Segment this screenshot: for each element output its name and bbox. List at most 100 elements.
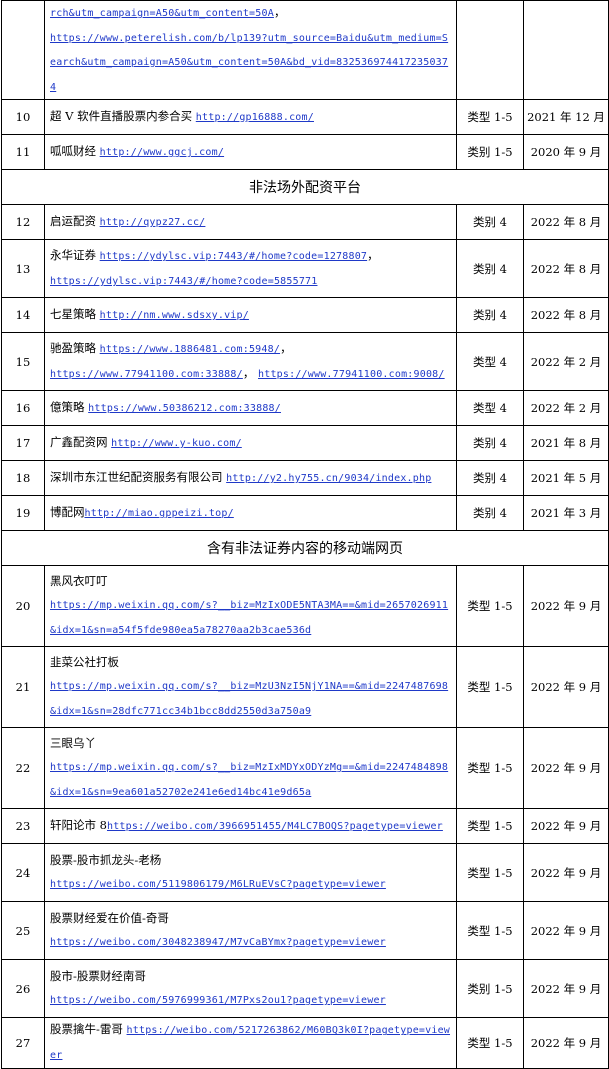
section-title: 含有非法证券内容的移动端网页 (1, 530, 609, 567)
date-cell: 2022 年 2 月 (523, 332, 609, 392)
website-link[interactable]: http://gp16888.com/ (196, 112, 314, 123)
section-header-row: 非法场外配资平台 (1, 169, 609, 206)
website-link[interactable]: rch&utm_campaign=A50&utm_content=50A (50, 8, 274, 19)
date-cell: 2022 年 9 月 (523, 808, 609, 845)
entry-cell: 启运配资 http://qypz27.cc/ (44, 204, 457, 241)
table-row: 23 轩阳论市 8https://weibo.com/3966951455/M4L… (1, 808, 609, 845)
website-link[interactable]: https://weibo.com/5119806179/M6LRuEVsC?p… (50, 879, 386, 890)
table-row: 16 億策略 https://www.50386212.com:33888/类型 … (1, 390, 609, 427)
section-title: 非法场外配资平台 (1, 169, 609, 206)
website-link[interactable]: https://weibo.com/3966951455/M4LC7BOQS?p… (107, 821, 443, 832)
row-number: 14 (1, 297, 45, 334)
date-cell: 2022 年 8 月 (523, 204, 609, 241)
date-cell: 2022 年 8 月 (523, 297, 609, 334)
category-cell: 类别 4 (456, 204, 524, 241)
entry-name-text: ， (273, 5, 286, 19)
section-header-row: 含有非法证券内容的移动端网页 (1, 530, 609, 567)
date-cell (523, 0, 609, 101)
website-link[interactable]: https://ydylsc.vip:7443/#/home?code=1278… (100, 251, 367, 262)
date-cell: 2022 年 9 月 (523, 727, 609, 810)
entry-cell: 轩阳论市 8https://weibo.com/3966951455/M4LC7… (44, 808, 457, 845)
website-link[interactable]: https://www.50386212.com:33888/ (88, 403, 281, 414)
website-link[interactable]: http://www.y-kuo.com/ (111, 438, 242, 449)
date-cell: 2022 年 9 月 (523, 646, 609, 729)
date-cell: 2021 年 3 月 (523, 495, 609, 532)
table-row: 11 呱呱财经 http://www.ggcj.com/类别 1-5 2020 年 … (1, 134, 609, 171)
table-row: 17 广鑫配资网 http://www.y-kuo.com/类别 4 2021 年 … (1, 425, 609, 462)
category-cell: 类型 4 (456, 332, 524, 392)
website-link[interactable]: https://mp.weixin.qq.com/s?__biz=MzIxMDY… (50, 762, 448, 798)
date-cell: 2020 年 9 月 (523, 134, 609, 171)
category-cell (456, 0, 524, 101)
website-link[interactable]: http://nm.www.sdsxy.vip/ (100, 310, 249, 321)
table-row: 12 启运配资 http://qypz27.cc/类别 4 2022 年 8 月 (1, 204, 609, 241)
date-cell: 2022 年 8 月 (523, 239, 609, 299)
date-cell: 2021 年 12 月 (523, 99, 609, 136)
table-row: 26 股市-股票财经南哥 https://weibo.com/5976999361/… (1, 959, 609, 1019)
website-link[interactable]: https://mp.weixin.qq.com/s?__biz=MzIxODE… (50, 600, 448, 636)
website-link[interactable]: http://miao.gppeizi.top/ (85, 508, 234, 519)
website-link[interactable]: http://y2.hy755.cn/9034/index.php (226, 473, 431, 484)
entry-name-text: 呱呱财经 (50, 144, 100, 159)
entry-name-text: 启运配资 (50, 214, 100, 229)
entry-cell: rch&utm_campaign=A50&utm_content=50A， htt… (44, 0, 457, 101)
row-number: 12 (1, 204, 45, 241)
entry-name-text: 股票-股市抓龙头-老杨 (50, 853, 162, 868)
category-cell: 类型 1-5 (456, 646, 524, 729)
date-cell: 2022 年 9 月 (523, 565, 609, 648)
website-link[interactable]: https://www.77941100.com:33888/ (50, 369, 243, 380)
website-link[interactable]: https://www.77941100.com:9008/ (258, 369, 445, 380)
entry-name-text: 轩阳论市 8 (50, 818, 107, 833)
entry-cell: 广鑫配资网 http://www.y-kuo.com/ (44, 425, 457, 462)
website-link[interactable]: https://weibo.com/3048238947/M7vCaBYmx?p… (50, 937, 386, 948)
row-number: 10 (1, 99, 45, 136)
website-link[interactable]: http://qypz27.cc/ (100, 217, 206, 228)
entry-name-text: ， (242, 365, 258, 380)
entry-name-text: 永华证券 (50, 248, 100, 263)
entry-cell: 永华证券 https://ydylsc.vip:7443/#/home?code… (44, 239, 457, 299)
category-cell: 类型 1-5 (456, 843, 524, 903)
website-link[interactable]: https://ydylsc.vip:7443/#/home?code=5855… (50, 276, 317, 287)
category-cell: 类别 1-5 (456, 134, 524, 171)
website-link[interactable]: https://www.1886481.com:5948/ (100, 344, 280, 355)
category-cell: 类别 1-5 (456, 959, 524, 1019)
entry-cell: 深圳市东江世纪配资服务有限公司 http://y2.hy755.cn/9034/… (44, 460, 457, 497)
table-row: 25 股票财经爱在价值-奇哥 https://weibo.com/304823894… (1, 901, 609, 961)
entry-cell: 億策略 https://www.50386212.com:33888/ (44, 390, 457, 427)
category-cell: 类别 4 (456, 425, 524, 462)
table-row: 10 超 V 软件直播股票内参合买 http://gp16888.com/类型 1… (1, 99, 609, 136)
row-number: 20 (1, 565, 45, 648)
records-table-body: rch&utm_campaign=A50&utm_content=50A， htt… (1, 0, 609, 1069)
entry-cell: 股票财经爱在价值-奇哥 https://weibo.com/3048238947/… (44, 901, 457, 961)
entry-name-text: 黑风衣叮叮 (50, 574, 108, 589)
website-link[interactable]: https://weibo.com/5976999361/M7Pxs2ou1?p… (50, 995, 386, 1006)
entry-cell: 黑风衣叮叮 https://mp.weixin.qq.com/s?__biz=Mz… (44, 565, 457, 648)
entry-cell: 驰盈策略 https://www.1886481.com:5948/ ， https… (44, 332, 457, 392)
category-cell: 类别 4 (456, 239, 524, 299)
date-cell: 2022 年 9 月 (523, 843, 609, 903)
entry-name-text: 股票擒牛-雷哥 (50, 1022, 127, 1037)
website-link[interactable]: https://www.peterelish.com/b/lp139?utm_s… (50, 33, 448, 93)
entry-name-text: 超 V 软件直播股票内参合买 (50, 109, 196, 124)
website-link[interactable]: https://mp.weixin.qq.com/s?__biz=MzU3NzI… (50, 681, 448, 717)
entry-cell: 韭菜公社打板 https://mp.weixin.qq.com/s?__biz=M… (44, 646, 457, 729)
row-number: 19 (1, 495, 45, 532)
entry-name-text: 三眼乌丫 (50, 736, 96, 751)
date-cell: 2022 年 9 月 (523, 959, 609, 1019)
website-link[interactable]: http://www.ggcj.com/ (100, 147, 224, 158)
row-number: 11 (1, 134, 45, 171)
row-number: 17 (1, 425, 45, 462)
category-cell: 类型 1-5 (456, 99, 524, 136)
table-row: 20 黑风衣叮叮 https://mp.weixin.qq.com/s?__biz=… (1, 565, 609, 648)
row-number: 26 (1, 959, 45, 1019)
table-row: 14 七星策略 http://nm.www.sdsxy.vip/类别 4 2022 … (1, 297, 609, 334)
date-cell: 2021 年 5 月 (523, 460, 609, 497)
date-cell: 2022 年 9 月 (523, 901, 609, 961)
entry-cell: 七星策略 http://nm.www.sdsxy.vip/ (44, 297, 457, 334)
category-cell: 类别 4 (456, 297, 524, 334)
entry-name-text: 股市-股票财经南哥 (50, 969, 146, 984)
category-cell: 类型 1-5 (456, 727, 524, 810)
table-row: 21 韭菜公社打板 https://mp.weixin.qq.com/s?__biz… (1, 646, 609, 729)
records-table: rch&utm_campaign=A50&utm_content=50A， htt… (1, 0, 609, 1069)
entry-name-text: 驰盈策略 (50, 341, 100, 356)
